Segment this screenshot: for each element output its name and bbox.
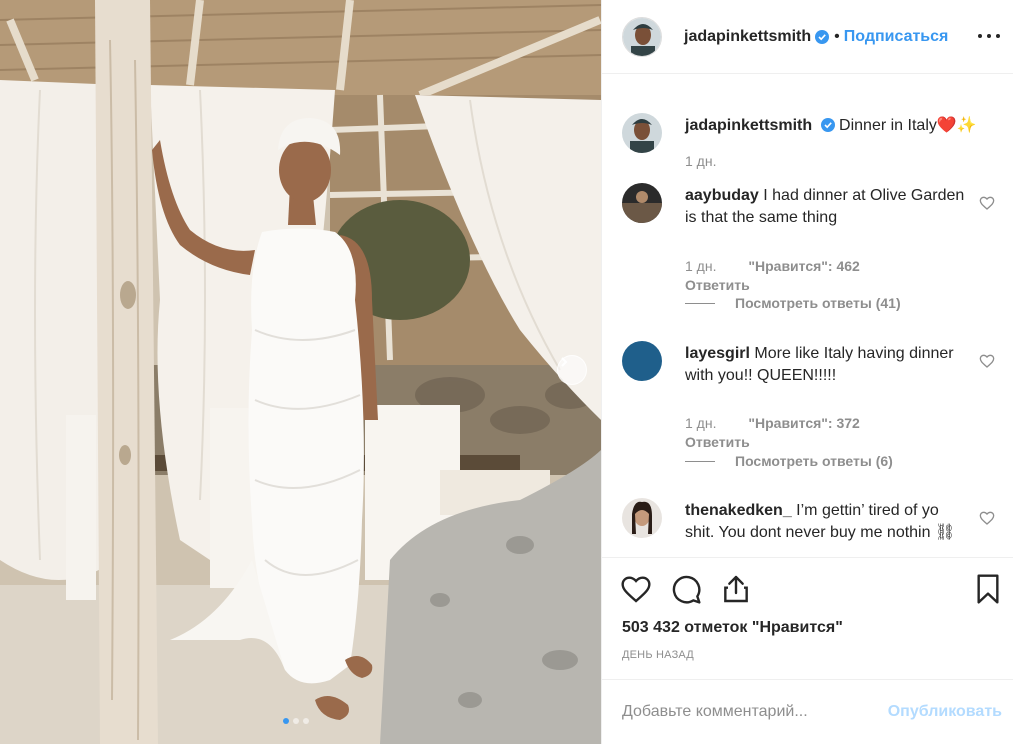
post-timestamp[interactable]: ДЕНЬ НАЗАД [622,649,694,661]
comment-username[interactable]: aaybuday [685,187,759,204]
chevron-right-icon [561,357,568,367]
comment-time[interactable]: 1 дн. [685,258,716,274]
caption-time[interactable]: 1 дн. [685,153,716,169]
comment-likes[interactable]: "Нравится": 372 [748,415,859,431]
publish-button[interactable]: Опубликовать [888,703,1002,721]
post-image [0,0,601,744]
author-username[interactable]: jadapinkettsmith [684,28,811,46]
more-options-button[interactable] [978,26,1000,46]
verified-badge-icon [815,29,830,44]
author-avatar[interactable] [622,16,662,57]
comment-username[interactable]: layesgirl [685,345,750,362]
commenter-avatar[interactable] [622,498,662,538]
reply-button[interactable]: Ответить [685,434,750,450]
comment-input[interactable] [622,703,888,721]
carousel-dot-2 [293,718,299,724]
comment-text: thenakedken_ I’m gettin’ tired of yo shi… [685,502,956,541]
caption-avatar[interactable] [622,113,662,153]
reply-button[interactable]: Ответить [685,277,750,293]
view-replies-button[interactable]: Посмотреть ответы (6) [685,453,893,469]
post-actions: 503 432 отметок "Нравится" ДЕНЬ НАЗАД [602,557,1013,678]
follow-button[interactable]: Подписаться [844,28,949,46]
caption-body: Dinner in Italy❤️✨ [839,117,977,134]
bookmark-icon[interactable] [972,573,1004,605]
heart-icon[interactable] [979,195,995,211]
carousel-dot-1 [283,718,289,724]
like-heart-icon[interactable] [620,573,652,605]
heart-icon[interactable] [979,353,995,369]
comment-text: layesgirl More like Italy having dinner … [685,345,954,384]
comment-item: layesgirl More like Italy having dinner … [622,341,1007,471]
share-icon[interactable] [720,573,752,605]
comment-time[interactable]: 1 дн. [685,415,716,431]
heart-icon[interactable] [979,510,995,526]
comment-item: aaybuday I had dinner at Olive Garden is… [622,183,1007,313]
commenter-avatar[interactable] [622,183,662,223]
caption: jadapinkettsmith Dinner in Italy❤️✨ 1 дн… [622,113,1007,183]
more-horizontal-icon [978,34,982,38]
commenter-avatar[interactable] [622,341,662,381]
post-photo[interactable] [0,0,601,744]
comment-username[interactable]: thenakedken_ [685,502,792,519]
caption-username[interactable]: jadapinkettsmith [685,117,812,134]
verified-badge-icon [820,118,835,132]
carousel-next-button[interactable] [557,355,587,385]
post-header: jadapinkettsmith • Подписаться [602,0,1013,74]
view-replies-button[interactable]: Посмотреть ответы (41) [685,295,901,311]
carousel-dot-3 [303,718,309,724]
comments-list[interactable]: jadapinkettsmith Dinner in Italy❤️✨ 1 дн… [602,75,1013,557]
add-comment-form: Опубликовать [602,679,1013,744]
comment-likes[interactable]: "Нравится": 462 [748,258,859,274]
post-side-panel: jadapinkettsmith • Подписаться jadapinke… [601,0,1013,744]
comment-text: aaybuday I had dinner at Olive Garden is… [685,187,965,226]
comment-item: thenakedken_ I’m gettin’ tired of yo shi… [622,498,1007,557]
comment-bubble-icon[interactable] [670,573,702,605]
carousel-indicator [283,718,309,724]
caption-text: jadapinkettsmith Dinner in Italy❤️✨ [685,115,1005,137]
likes-count[interactable]: 503 432 отметок "Нравится" [622,619,843,637]
